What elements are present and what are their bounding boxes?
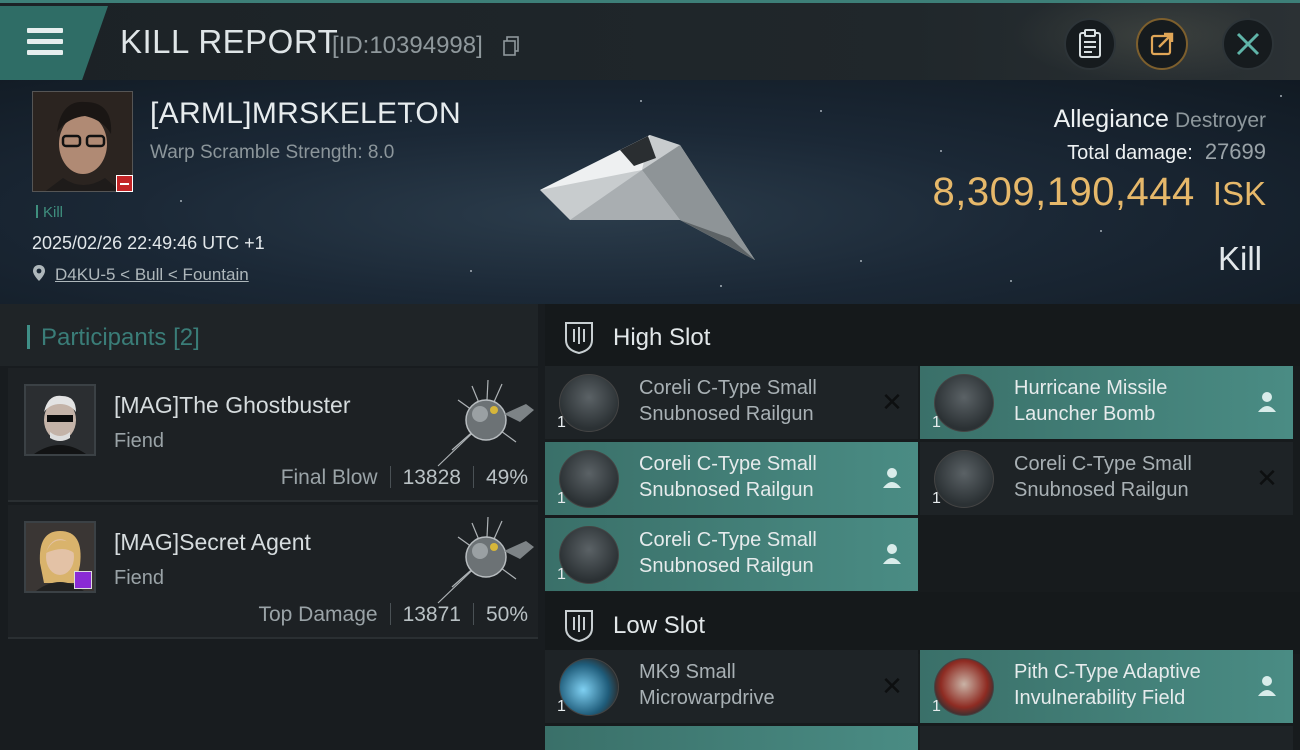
allegiance-row: Allegiance Destroyer: [1054, 105, 1266, 134]
destroyed-icon: ✕: [1256, 463, 1278, 493]
module-item[interactable]: 1 MK9 Small Microwarpdrive ✕: [545, 650, 918, 723]
module-item-partial[interactable]: [545, 726, 918, 750]
low-slot-header: Low Slot: [545, 592, 1300, 654]
module-name: Hurricane Missile Launcher Bomb: [1014, 377, 1168, 425]
close-icon: [1236, 32, 1260, 56]
isk-value: 8,309,190,444: [932, 170, 1195, 214]
module-quantity: 1: [932, 414, 941, 431]
high-slot-icon: [565, 322, 593, 354]
destroyed-icon: ✕: [881, 387, 903, 417]
location-pin-icon: [33, 265, 45, 281]
railgun-icon: [559, 374, 619, 432]
kill-datetime: 2025/02/26 22:49:46 UTC +1: [32, 233, 265, 253]
allegiance-label: Allegiance: [1053, 105, 1169, 133]
participant-stat-label: Final Blow: [280, 466, 378, 489]
module-name: Coreli C-Type Small Snubnosed Railgun: [639, 377, 817, 425]
total-damage-value: 27699: [1204, 139, 1266, 164]
participant-stats: Top Damage 13871 50%: [258, 603, 528, 627]
kill-tag: Kill: [36, 204, 63, 221]
dropped-person-icon: [1258, 392, 1276, 412]
module-quantity: 1: [932, 490, 941, 507]
page-title: KILL REPORT: [120, 23, 339, 60]
participant-stats: Final Blow 13828 49%: [281, 466, 528, 490]
report-id: [ID:10394998]: [332, 32, 483, 59]
isk-unit: ISK: [1212, 175, 1266, 212]
participants-title: Participants [2]: [27, 324, 200, 352]
microwarpdrive-icon: [559, 658, 619, 716]
dropped-person-icon: [883, 544, 901, 564]
participant-card[interactable]: [MAG]The Ghostbuster Fiend Final Blow 138…: [8, 368, 538, 502]
module-name: Pith C-Type Adaptive Invulnerability Fie…: [1014, 661, 1201, 709]
total-damage-label: Total damage:: [1067, 142, 1193, 164]
participant-portrait: [24, 384, 96, 456]
module-item[interactable]: 1 Coreli C-Type Small Snubnosed Railgun: [545, 442, 918, 515]
clipboard-button[interactable]: [1064, 18, 1116, 70]
dropped-person-icon: [1258, 676, 1276, 696]
module-name: Coreli C-Type Small Snubnosed Railgun: [639, 529, 817, 577]
low-slot-title: Low Slot: [613, 612, 706, 639]
top-bar: KILL REPORT [ID:10394998]: [0, 0, 1300, 83]
module-quantity: 1: [557, 566, 566, 583]
participants-header: Participants [2]: [0, 304, 538, 366]
module-quantity: 1: [557, 414, 566, 431]
low-slot-icon: [565, 610, 593, 642]
module-quantity: 1: [932, 698, 941, 715]
module-quantity: 1: [557, 698, 566, 715]
module-name: MK9 Small Microwarpdrive: [639, 661, 775, 709]
high-slot-header: High Slot: [545, 304, 1300, 366]
railgun-icon: [559, 450, 619, 508]
module-item[interactable]: 1 Pith C-Type Adaptive Invulnerability F…: [920, 650, 1293, 723]
ship-render: [540, 135, 755, 260]
module-item[interactable]: 1 Coreli C-Type Small Snubnosed Railgun …: [545, 366, 918, 439]
isk-value-row: 8,309,190,444 ISK: [932, 170, 1266, 215]
shield-module-icon: [934, 658, 994, 716]
participants-panel: Participants [2] [MAG]The Ghostbuster Fi…: [0, 304, 545, 750]
total-damage-row: Total damage: 27699: [1067, 139, 1266, 165]
participant-name: [MAG]The Ghostbuster: [114, 392, 351, 418]
dropped-person-icon: [883, 468, 901, 488]
participant-percent: 49%: [485, 466, 528, 489]
status-badge: [116, 175, 133, 192]
victim-name[interactable]: [ARML]MRSKELETON: [150, 97, 461, 131]
participant-name: [MAG]Secret Agent: [114, 529, 311, 555]
destroyed-icon: ✕: [881, 671, 903, 701]
participant-badge: [74, 571, 92, 589]
participant-role: Fiend: [114, 430, 165, 452]
kill-result: Kill: [1217, 240, 1262, 277]
participant-damage: 13828: [402, 466, 461, 489]
participant-damage: 13871: [402, 603, 461, 626]
module-item[interactable]: 1 Hurricane Missile Launcher Bomb: [920, 366, 1293, 439]
module-name: Coreli C-Type Small Snubnosed Railgun: [639, 453, 817, 501]
copy-icon[interactable]: [503, 36, 520, 56]
drone-icon: [437, 516, 534, 604]
planet-backdrop: [1010, 3, 1250, 83]
missile-launcher-icon: [934, 374, 994, 432]
participant-percent: 50%: [485, 603, 528, 626]
module-item-partial[interactable]: [920, 726, 1293, 750]
participant-role: Fiend: [114, 567, 165, 589]
module-name: Coreli C-Type Small Snubnosed Railgun: [1014, 453, 1192, 501]
module-item[interactable]: 1 Coreli C-Type Small Snubnosed Railgun …: [920, 442, 1293, 515]
victim-panel: [ARML]MRSKELETON Warp Scramble Strength:…: [0, 80, 1300, 304]
railgun-icon: [559, 526, 619, 584]
menu-button[interactable]: [0, 6, 108, 80]
railgun-icon: [934, 450, 994, 508]
warp-scramble-strength: Warp Scramble Strength: 8.0: [150, 142, 395, 163]
module-item[interactable]: 1 Coreli C-Type Small Snubnosed Railgun: [545, 518, 918, 591]
high-slot-title: High Slot: [613, 324, 711, 351]
close-button[interactable]: [1222, 18, 1274, 70]
share-icon: [1150, 32, 1174, 56]
clipboard-icon: [1079, 29, 1101, 58]
module-quantity: 1: [557, 490, 566, 507]
drone-icon: [437, 379, 534, 467]
ship-class: Destroyer: [1174, 109, 1266, 132]
participant-card[interactable]: [MAG]Secret Agent Fiend Top Damage 13871 5…: [8, 505, 538, 639]
fitting-panel: High Slot 1 Coreli C-Type Small Snubnose…: [545, 304, 1300, 750]
participant-stat-label: Top Damage: [258, 603, 378, 626]
location-link[interactable]: D4KU-5 < Bull < Fountain: [55, 265, 249, 285]
share-button[interactable]: [1136, 18, 1188, 70]
participants-count: [2]: [173, 324, 200, 351]
